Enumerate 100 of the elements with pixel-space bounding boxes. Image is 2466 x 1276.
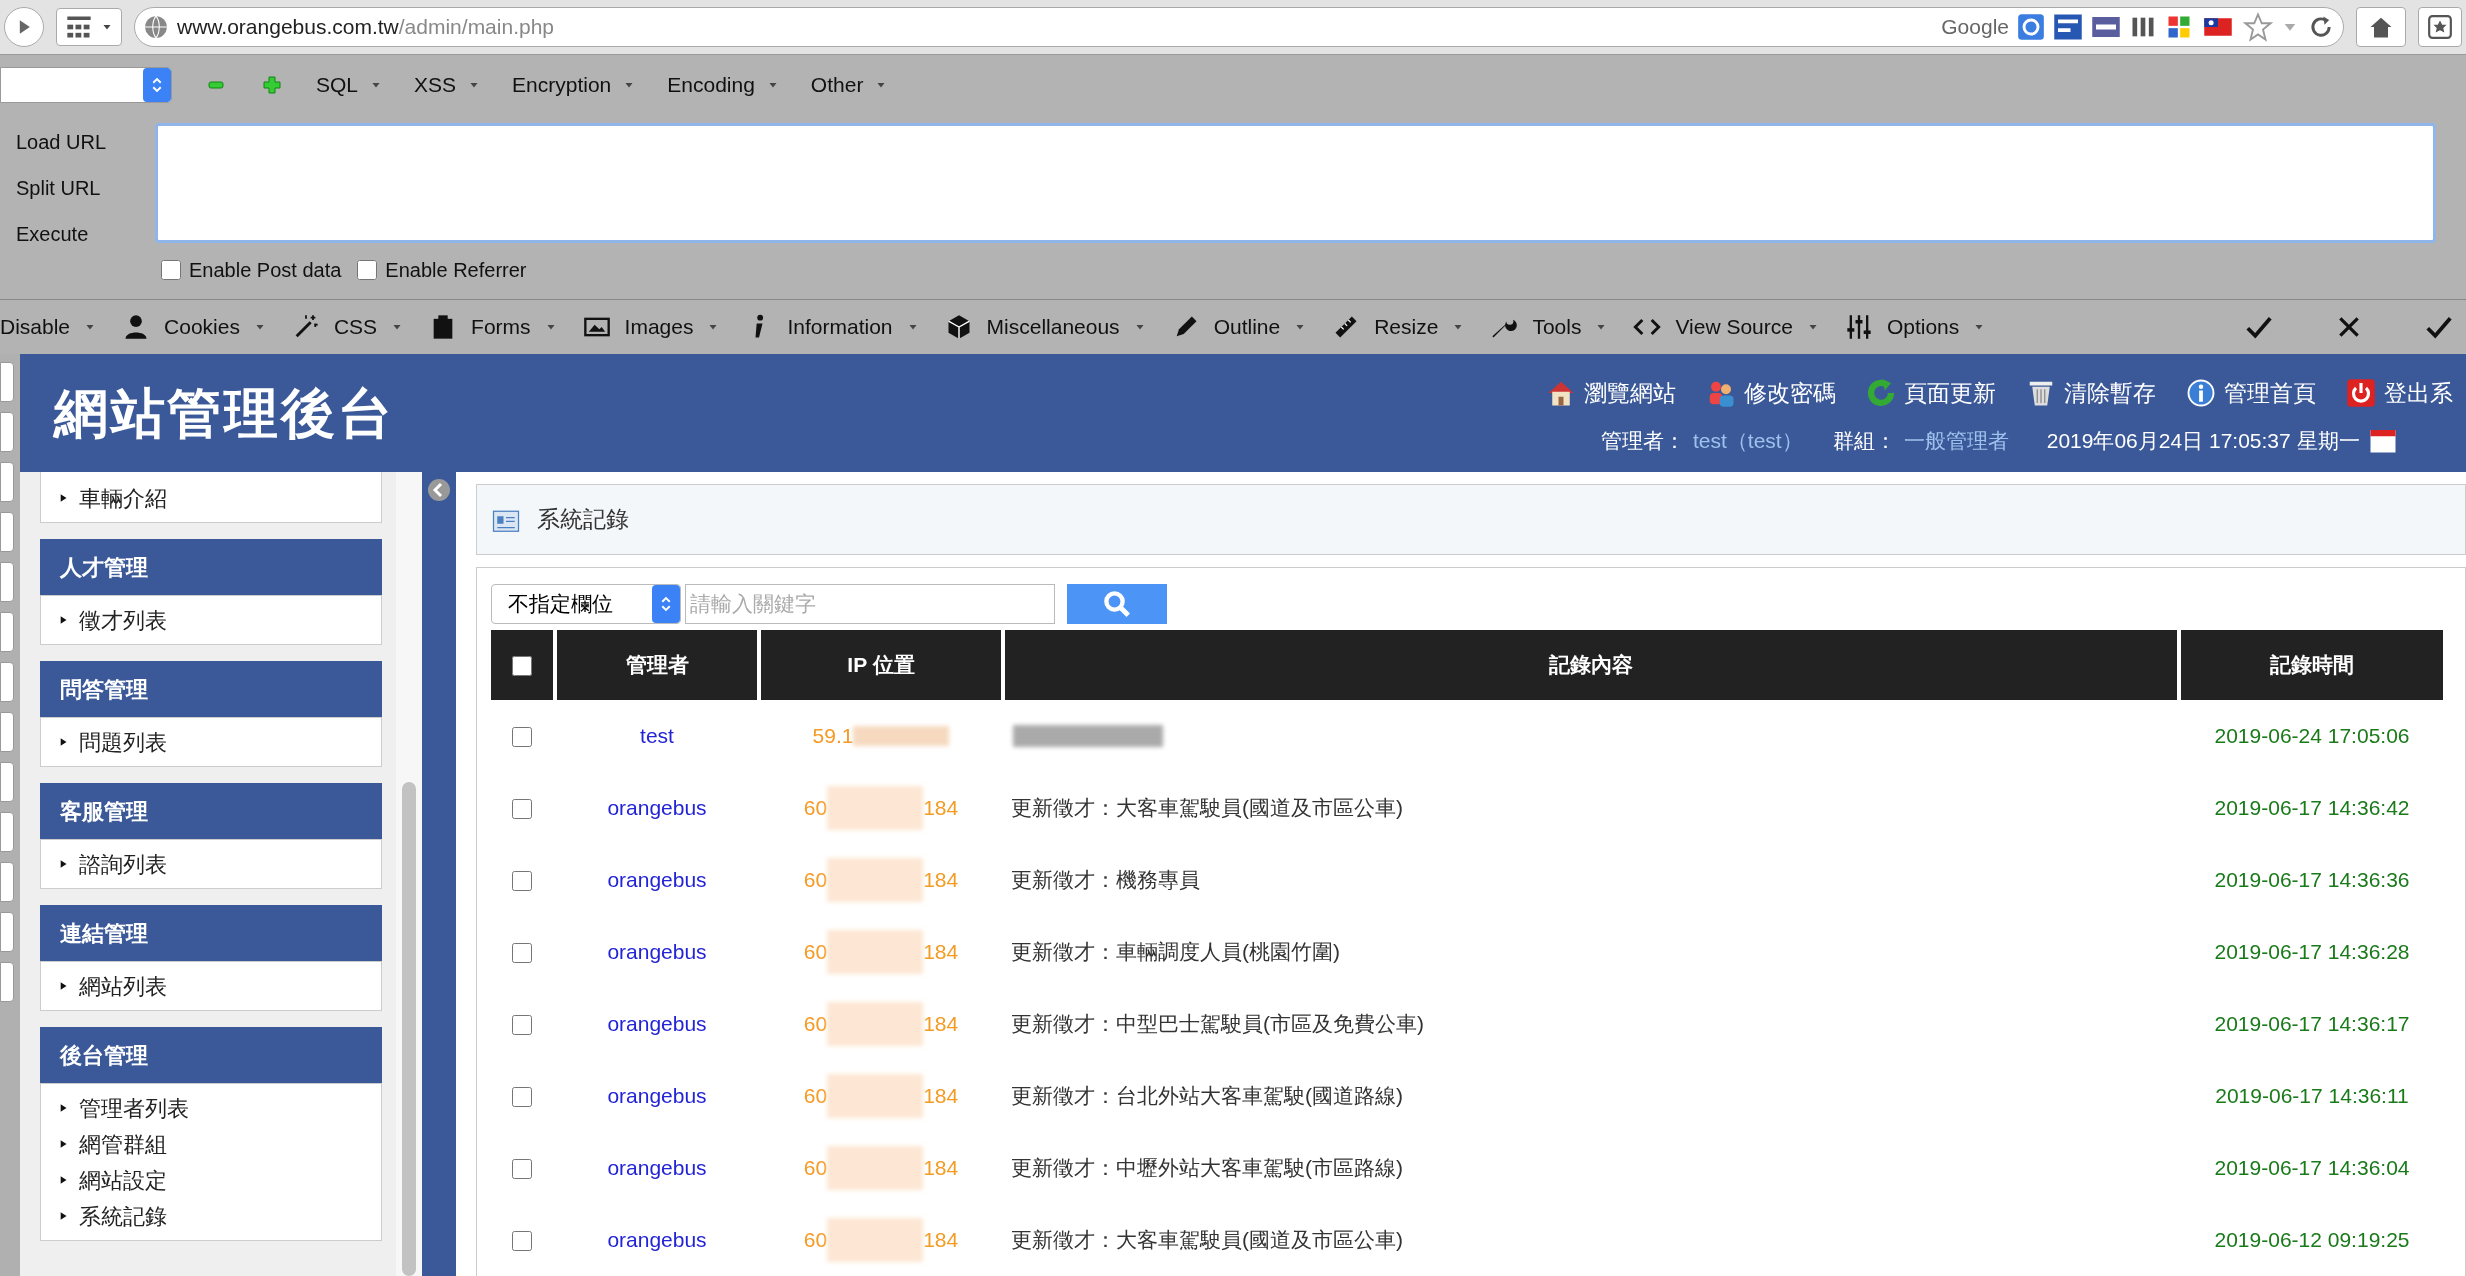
extension-button[interactable]	[2418, 7, 2462, 47]
ip-text: 184	[923, 1011, 959, 1038]
search-icon	[1102, 589, 1132, 619]
grid-menu-button[interactable]	[56, 8, 122, 46]
globe-icon	[143, 14, 169, 40]
address-bar[interactable]: www.orangebus.com.tw/admin/main.php Google	[134, 7, 2344, 47]
toolbar-button[interactable]: View Source	[1633, 311, 1819, 343]
sliders-icon	[1844, 313, 1873, 341]
side-tab[interactable]	[0, 812, 14, 852]
menu-button[interactable]: SQL	[316, 69, 383, 101]
refresh-icon	[1866, 378, 1896, 409]
url-input[interactable]	[155, 123, 2436, 243]
sidebar-link[interactable]: 網管群組	[41, 1126, 381, 1162]
group-label: 群組：	[1832, 427, 1896, 454]
header-link[interactable]: 登出系	[2346, 376, 2453, 411]
table-cell-text: 2019-06-17 14:36:11	[2214, 1083, 2410, 1110]
side-tab[interactable]	[0, 512, 14, 552]
row-checkbox[interactable]	[512, 1230, 532, 1251]
row-checkbox[interactable]	[512, 1158, 532, 1179]
action-button[interactable]: Load URL	[12, 127, 155, 153]
home-button[interactable]	[2356, 7, 2406, 47]
row-checkbox[interactable]	[512, 870, 532, 891]
info-icon	[2186, 378, 2216, 409]
header-link[interactable]: 瀏覽網站	[1546, 376, 1676, 411]
sidebar-section-header: 人才管理	[40, 539, 382, 595]
toolbar-button[interactable]: Resize	[1332, 311, 1465, 343]
side-tab[interactable]	[0, 762, 14, 802]
column-header[interactable]: 記錄內容	[1005, 630, 2177, 700]
column-header[interactable]: 記錄時間	[2181, 630, 2443, 700]
table-cell-text: 更新徵才：中壢外站大客車駕駛(市區路線)	[1010, 1155, 1404, 1182]
sidebar-link[interactable]: 系統記錄	[41, 1198, 381, 1234]
datetime-text: 2019年06月24日 17:05:37 星期一	[2046, 427, 2360, 454]
checkbox[interactable]	[357, 260, 378, 280]
column-header[interactable]: IP 位置	[761, 630, 1001, 700]
row-checkbox[interactable]	[512, 942, 532, 963]
ip-text: 184	[923, 867, 959, 894]
row-checkbox[interactable]	[512, 726, 532, 747]
side-tab[interactable]	[0, 662, 14, 702]
close-icon[interactable]	[2336, 314, 2362, 340]
toolbar-button[interactable]: Forms	[429, 311, 557, 343]
toolbar-button[interactable]: Tools	[1490, 311, 1608, 343]
menu-button[interactable]: Other	[810, 69, 888, 101]
ip-text: 60	[803, 1083, 828, 1110]
toolbar-button[interactable]: Outline	[1171, 311, 1307, 343]
search-button[interactable]	[1067, 584, 1167, 624]
table-cell-text: orangebus	[606, 1011, 708, 1038]
field-dropdown[interactable]: 不指定欄位	[491, 584, 681, 624]
header-link[interactable]: 清除暫存	[2026, 376, 2156, 411]
menu-button[interactable]: XSS	[414, 69, 481, 101]
dropdown-field[interactable]	[0, 67, 172, 103]
select-all-checkbox[interactable]	[512, 655, 532, 676]
ip-text: 59.1	[812, 723, 854, 750]
table-cell-text: orangebus	[606, 1083, 708, 1110]
side-tab[interactable]	[0, 362, 14, 402]
toolbar-button[interactable]: Disable	[0, 311, 97, 343]
triangle-icon	[59, 492, 69, 504]
table-cell-text: orangebus	[606, 939, 708, 966]
side-tab[interactable]	[0, 462, 14, 502]
toolbar-button[interactable]: Cookies	[122, 311, 266, 343]
side-tab[interactable]	[0, 862, 14, 902]
action-button[interactable]: Execute	[12, 219, 155, 245]
side-tab[interactable]	[0, 412, 14, 452]
row-checkbox[interactable]	[512, 1086, 532, 1107]
user-name: test（test）	[1693, 427, 1804, 454]
collapse-icon[interactable]	[427, 478, 451, 502]
sidebar-section-header: 客服管理	[40, 783, 382, 839]
toolbar-button[interactable]: Miscellaneous	[944, 311, 1146, 343]
toolbar-button[interactable]: CSS	[291, 311, 404, 343]
side-tab[interactable]	[0, 712, 14, 752]
row-checkbox[interactable]	[512, 1014, 532, 1035]
table-cell-text: orangebus	[606, 795, 708, 822]
scrollbar-thumb[interactable]	[402, 782, 416, 1276]
side-tab[interactable]	[0, 962, 14, 1002]
table-cell-text: orangebus	[606, 1155, 708, 1182]
keyword-input[interactable]: 請輸入關鍵字	[685, 584, 1055, 624]
table-cell-text: 2019-06-17 14:36:28	[2213, 939, 2411, 966]
column-header[interactable]: 管理者	[557, 630, 757, 700]
menu-button[interactable]: Encoding	[667, 69, 779, 101]
toolbar-button[interactable]: Options	[1844, 311, 1986, 343]
table-cell-text: 2019-06-17 14:36:36	[2213, 867, 2411, 894]
menu-button[interactable]: Encryption	[512, 69, 636, 101]
forward-button[interactable]	[4, 7, 44, 47]
table-cell-text: orangebus	[606, 1227, 708, 1254]
header-link[interactable]: 管理首頁	[2186, 376, 2316, 411]
toolbar-button[interactable]: Information	[745, 311, 919, 343]
star-icon[interactable]	[2243, 12, 2273, 42]
side-tab[interactable]	[0, 912, 14, 952]
group-name: 一般管理者	[1903, 427, 2010, 454]
toolbar-button[interactable]: Images	[582, 311, 720, 343]
action-button[interactable]: Split URL	[12, 173, 155, 199]
sidebar-link[interactable]: 網站設定	[41, 1162, 381, 1198]
sidebar-link[interactable]: 管理者列表	[41, 1090, 381, 1126]
sidebar-section-header: 後台管理	[40, 1027, 382, 1083]
checkbox[interactable]	[161, 260, 181, 280]
row-checkbox[interactable]	[512, 798, 532, 819]
header-link[interactable]: 修改密碼	[1706, 376, 1836, 411]
triangle-icon	[59, 1210, 69, 1222]
side-tab[interactable]	[0, 612, 14, 652]
header-link[interactable]: 頁面更新	[1866, 376, 1996, 411]
side-tab[interactable]	[0, 562, 14, 602]
